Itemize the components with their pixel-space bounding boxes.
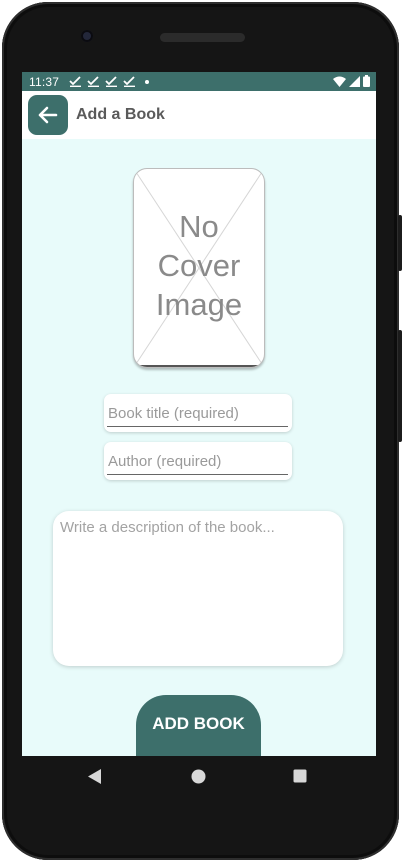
author-field-container [104, 442, 292, 480]
description-container [53, 511, 343, 666]
dot-icon [145, 79, 150, 84]
arrow-left-icon [38, 106, 58, 124]
status-time: 11:37 [29, 74, 60, 89]
signal-icon [349, 75, 360, 87]
volume-button [398, 330, 402, 442]
app-bar: Add a Book [22, 91, 376, 139]
book-title-input[interactable] [107, 400, 288, 427]
title-field-container [104, 394, 292, 432]
check-icon [87, 76, 100, 87]
add-book-button[interactable]: ADD BOOK [136, 695, 261, 756]
add-book-label: ADD BOOK [152, 713, 245, 733]
page-title: Add a Book [76, 106, 165, 123]
check-icon [105, 76, 118, 87]
cover-image-placeholder[interactable]: No Cover Image [133, 168, 265, 368]
check-icon [123, 76, 136, 87]
power-button [398, 215, 402, 271]
system-nav-bar [22, 756, 376, 798]
author-input[interactable] [107, 448, 288, 475]
back-button[interactable] [28, 95, 68, 135]
system-icons [333, 75, 370, 87]
check-icon [69, 76, 82, 87]
description-textarea[interactable] [60, 518, 336, 658]
earpiece-speaker [160, 33, 245, 42]
status-bar: 11:37 [22, 72, 376, 91]
back-triangle-icon[interactable] [88, 769, 102, 784]
battery-icon [363, 75, 370, 87]
notification-icons [69, 76, 150, 87]
wifi-icon [333, 76, 346, 87]
recents-square-icon[interactable] [293, 769, 307, 783]
no-cover-text: No Cover Image [155, 209, 243, 322]
app-screen: 11:37 Add a Book No Cover Image Book tit… [22, 72, 376, 756]
front-camera [81, 30, 93, 42]
home-circle-icon[interactable] [191, 769, 206, 784]
